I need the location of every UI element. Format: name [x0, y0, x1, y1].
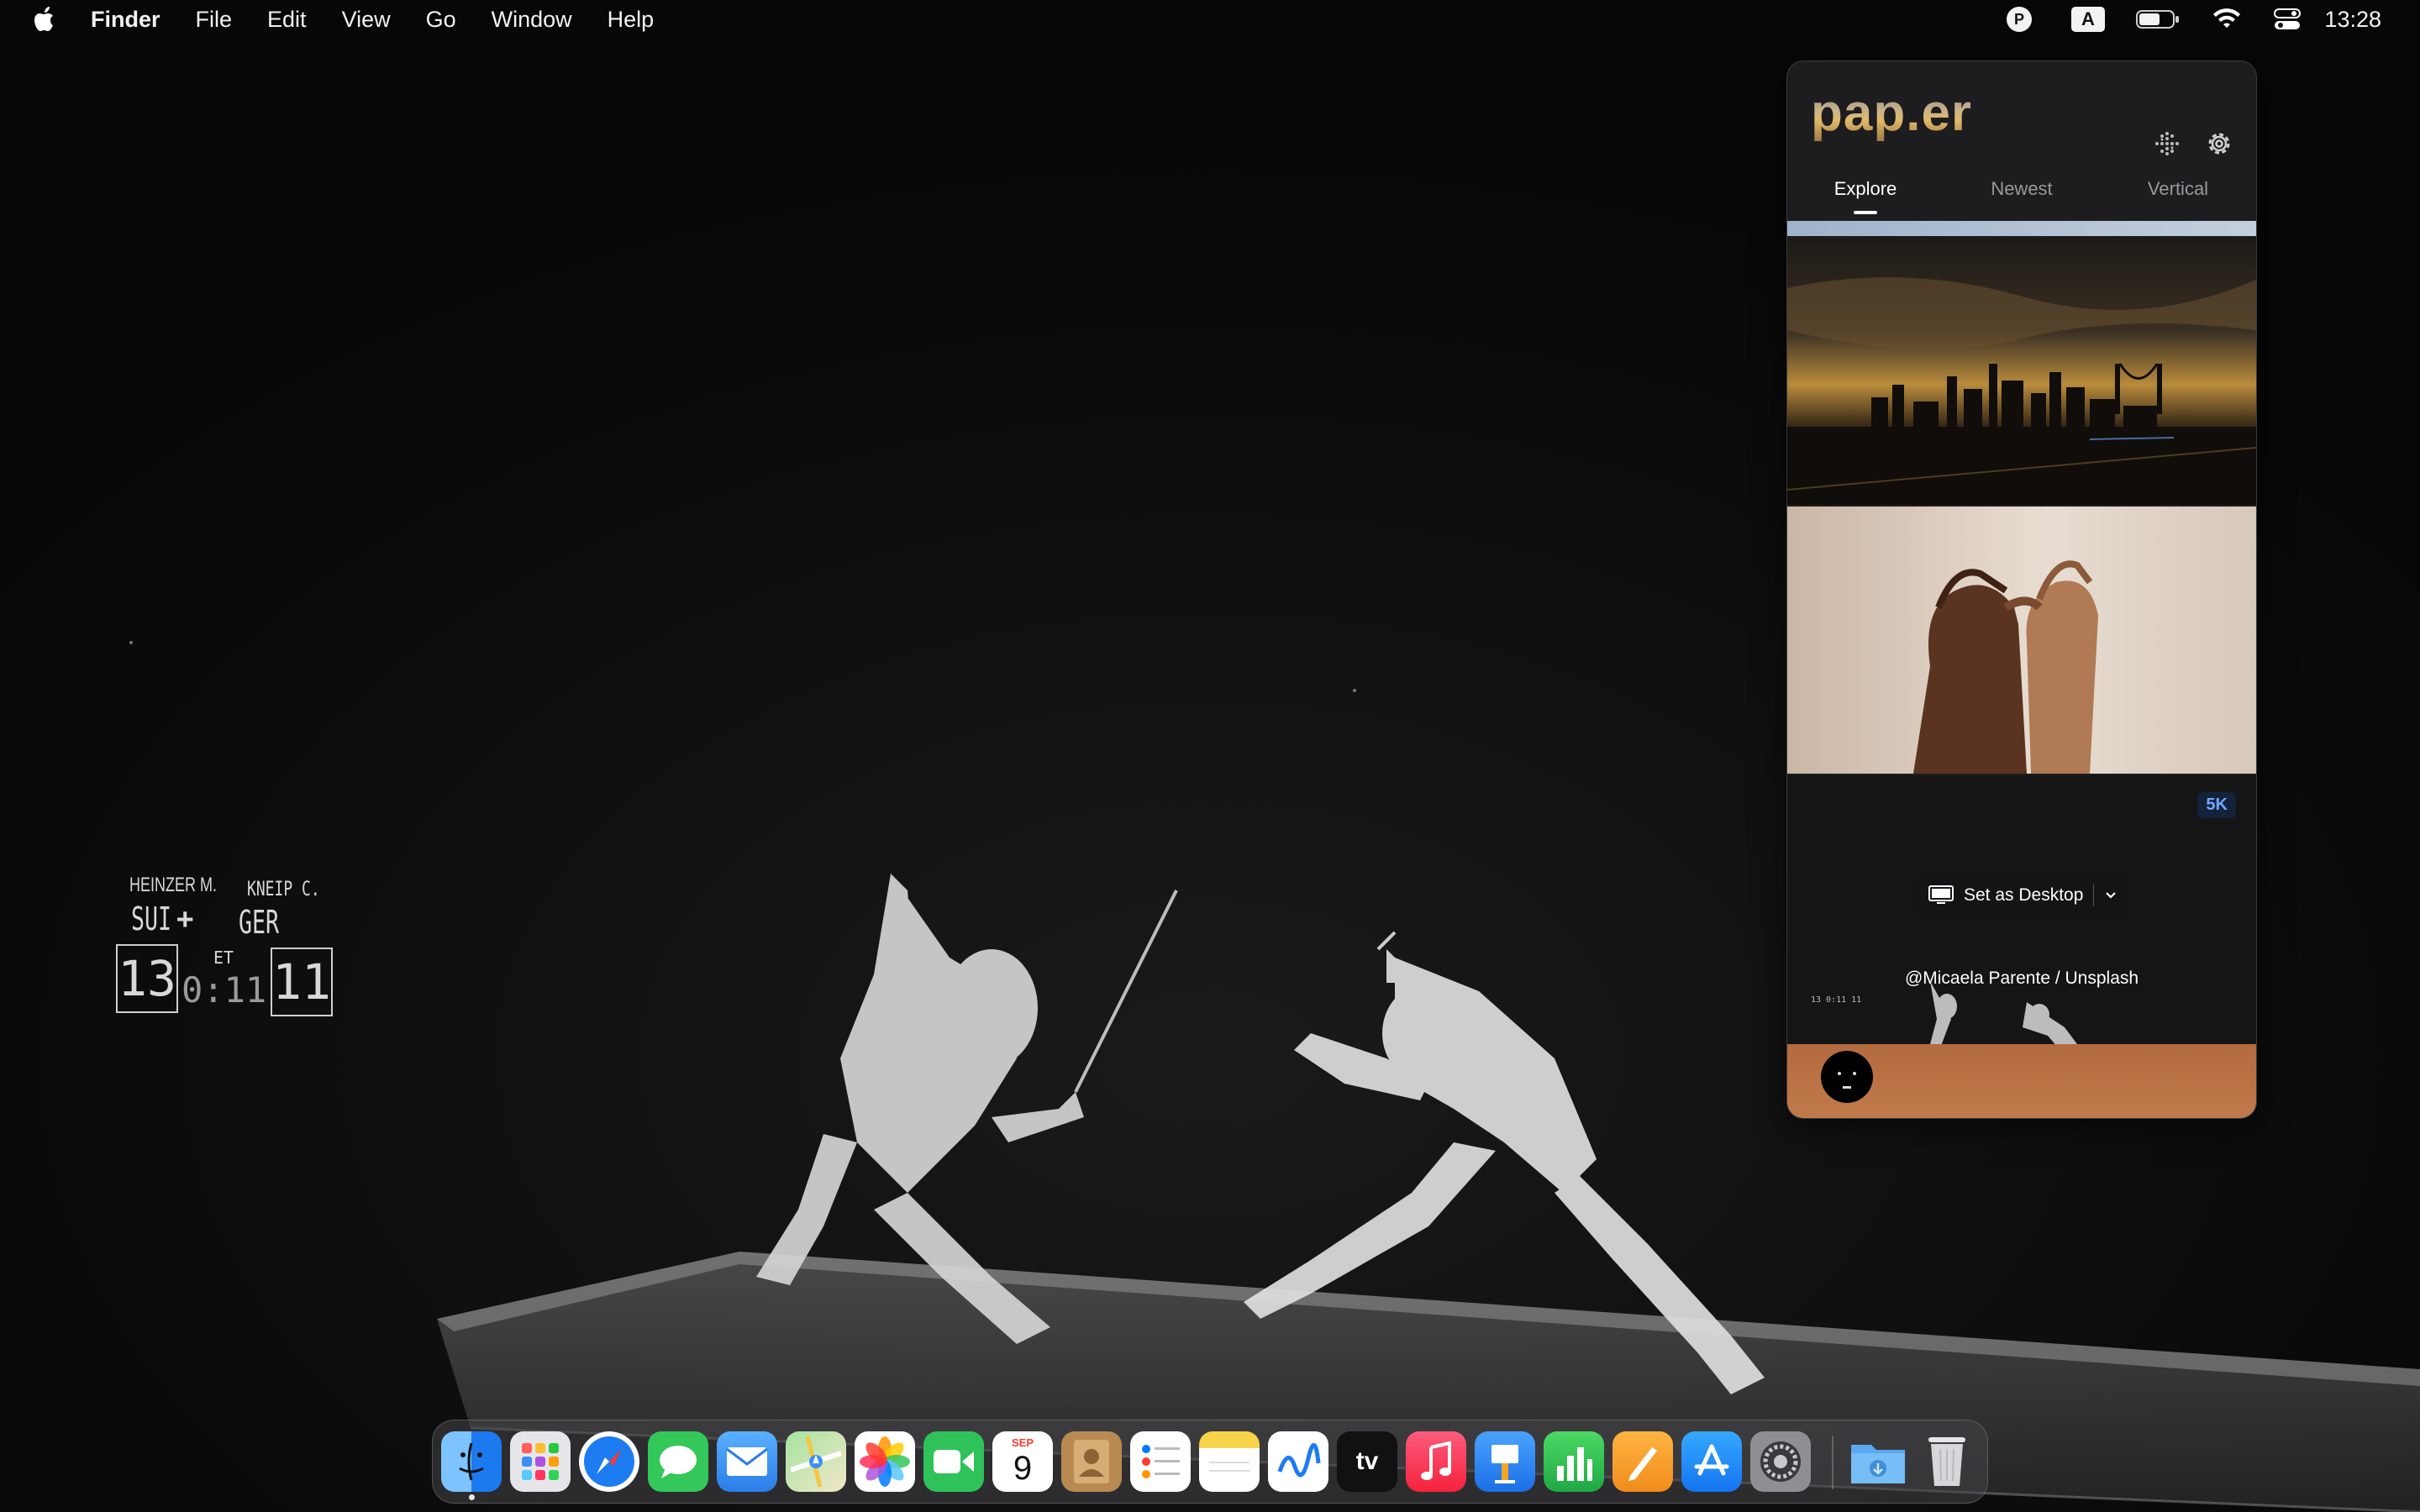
menu-app-finder[interactable]: Finder	[91, 7, 160, 33]
notes-icon	[1209, 1462, 1249, 1472]
maps-icon	[791, 1436, 841, 1487]
input-source-icon[interactable]: A	[2070, 5, 2106, 34]
avatar[interactable]	[1821, 1051, 1873, 1103]
button-divider	[2093, 885, 2095, 906]
dock-launchpad[interactable]	[510, 1431, 571, 1492]
dock: SEP 9 tv	[432, 1420, 1988, 1504]
contacts-icon	[1074, 1440, 1109, 1483]
dock-system-settings[interactable]	[1750, 1431, 1811, 1492]
menu-bar-clock[interactable]: 13:28	[2324, 0, 2381, 39]
facetime-icon	[934, 1450, 974, 1473]
menu-bar: Finder File Edit View Go Window Help P A	[0, 0, 2420, 39]
dock-freeform[interactable]	[1268, 1431, 1328, 1492]
dock-contacts[interactable]	[1061, 1431, 1122, 1492]
dock-app-store[interactable]	[1681, 1431, 1742, 1492]
menu-help[interactable]: Help	[608, 7, 655, 33]
photo-credit[interactable]: @Micaela Parente / Unsplash	[1787, 969, 2256, 989]
swiss-cross-icon: +	[176, 902, 194, 936]
tab-explore-label: Explore	[1833, 178, 1897, 199]
pages-icon	[1628, 1447, 1657, 1481]
dock-music[interactable]	[1406, 1431, 1466, 1492]
monitor-icon	[1928, 885, 1954, 904]
menu-window[interactable]: Window	[492, 7, 572, 33]
wallpaper-thumb-pinky-promise[interactable]	[1787, 507, 2256, 774]
resolution-badge: 5K	[2197, 792, 2236, 818]
popup-tabs: Explore Newest Vertical	[1787, 172, 2256, 219]
shuffle-grid-icon[interactable]	[2152, 129, 2182, 159]
wallpaper-scoreboard: HEINZER M. KNEIP C. SUI + GER ET 13 0:11…	[116, 865, 345, 1033]
tab-vertical-label: Vertical	[2147, 178, 2209, 199]
dock-numbers[interactable]	[1544, 1431, 1604, 1492]
dock-tv[interactable]: tv	[1337, 1431, 1397, 1492]
finder-running-indicator	[469, 1494, 475, 1500]
scoreboard-left-score: 13	[116, 944, 178, 1013]
paper-logo: pap.er	[1811, 80, 1972, 147]
dock-notes[interactable]	[1199, 1431, 1260, 1492]
calendar-day: 9	[1013, 1450, 1033, 1487]
chevron-down-icon[interactable]	[2104, 890, 2118, 900]
control-center-icon[interactable]	[2272, 5, 2302, 34]
scoreboard-left-country: SUI	[131, 900, 172, 937]
tab-explore[interactable]: Explore	[1787, 172, 1944, 219]
freeform-icon	[1277, 1443, 1321, 1478]
paper-app-icon[interactable]: P	[2005, 5, 2033, 34]
dock-mail[interactable]	[717, 1431, 777, 1492]
dock-maps[interactable]	[786, 1431, 846, 1492]
dock-calendar[interactable]: SEP 9	[992, 1431, 1053, 1492]
launchpad-icon	[522, 1443, 559, 1480]
dock-downloads[interactable]	[1848, 1431, 1908, 1492]
messages-icon	[660, 1446, 697, 1478]
wallpaper-thumb-city-skyline[interactable]	[1787, 238, 2256, 505]
dock-safari[interactable]	[579, 1431, 639, 1492]
mini-scoreboard: 13 0:11 11	[1811, 995, 1861, 1005]
scoreboard-right-name: KNEIP C.	[247, 877, 320, 900]
tab-newest[interactable]: Newest	[1944, 172, 2100, 219]
keynote-icon	[1491, 1445, 1518, 1483]
downloads-folder-icon	[1851, 1445, 1905, 1483]
scoreboard-right-country: GER	[239, 904, 280, 941]
apple-menu-icon[interactable]	[32, 5, 59, 34]
tab-newest-label: Newest	[1991, 178, 2053, 199]
trash-icon	[1928, 1437, 1965, 1486]
numbers-icon	[1557, 1447, 1592, 1481]
paper-popup: pap.er Explore Newest Vertical 13 0:11 1…	[1786, 60, 2257, 1119]
menu-file[interactable]: File	[196, 7, 233, 33]
dock-trash[interactable]	[1917, 1431, 1977, 1492]
scoreboard-left-name: HEINZER M.	[129, 874, 218, 896]
scoreboard-time: 0:11	[182, 969, 267, 1011]
dock-pages[interactable]	[1612, 1431, 1673, 1492]
menu-view[interactable]: View	[342, 7, 391, 33]
dock-separator	[1832, 1436, 1833, 1489]
finder-icon	[459, 1442, 484, 1481]
active-tab-indicator	[1854, 211, 1877, 214]
wifi-icon[interactable]	[2210, 5, 2244, 34]
dock-messages[interactable]	[648, 1431, 708, 1492]
system-settings-icon	[1760, 1441, 1801, 1482]
input-source-label: A	[2071, 7, 2105, 32]
dock-keynote[interactable]	[1475, 1431, 1535, 1492]
scoreboard-right-score: 11	[271, 948, 333, 1016]
scoreboard-period: ET	[213, 948, 234, 968]
photos-icon	[860, 1436, 910, 1487]
wallpaper-thumb-partial[interactable]	[1787, 221, 2256, 236]
set-as-desktop-label: Set as Desktop	[1964, 885, 2084, 905]
tab-vertical[interactable]: Vertical	[2100, 172, 2256, 219]
calendar-month: SEP	[1011, 1436, 1034, 1449]
dock-photos[interactable]	[855, 1431, 915, 1492]
dock-finder[interactable]	[441, 1431, 502, 1492]
reminders-icon	[1142, 1445, 1180, 1478]
dock-reminders[interactable]	[1130, 1431, 1191, 1492]
battery-icon[interactable]	[2134, 5, 2181, 34]
mail-icon	[726, 1447, 768, 1476]
dock-facetime[interactable]	[923, 1431, 984, 1492]
app-store-icon	[1694, 1444, 1729, 1476]
set-as-desktop-button[interactable]: Set as Desktop	[1917, 876, 2130, 915]
settings-gear-icon[interactable]	[2204, 129, 2234, 159]
paper-app-icon-label: P	[2007, 7, 2032, 32]
music-icon	[1421, 1441, 1451, 1480]
menu-go[interactable]: Go	[426, 7, 456, 33]
menu-edit[interactable]: Edit	[267, 7, 307, 33]
tv-icon: tv	[1355, 1447, 1379, 1475]
safari-icon	[584, 1436, 634, 1487]
